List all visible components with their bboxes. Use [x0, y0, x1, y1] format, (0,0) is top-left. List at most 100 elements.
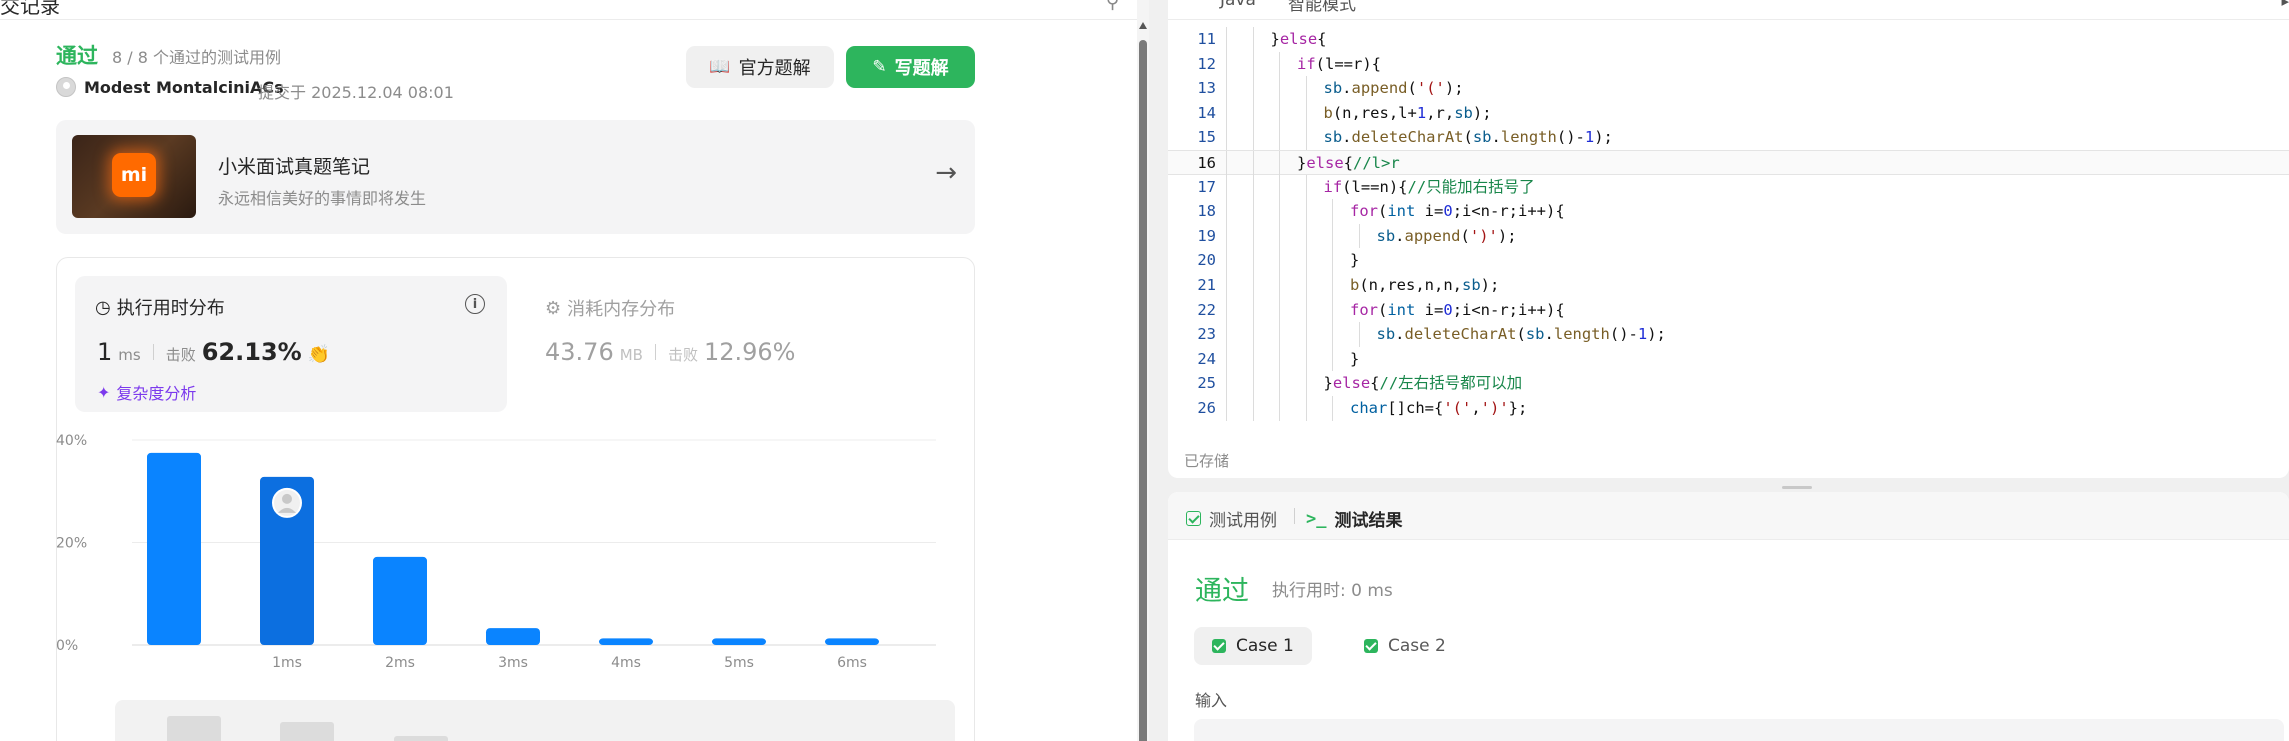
code-line[interactable]: 13 sb.append('(');	[1168, 76, 2289, 101]
indent-guide	[1252, 100, 1254, 126]
editor-toolbar: Java 智能模式 ▸	[1168, 0, 2289, 20]
case-2-tab[interactable]: Case 2	[1346, 627, 1464, 665]
arrow-right-icon: →	[935, 158, 957, 188]
chart-overview-strip[interactable]	[115, 700, 955, 741]
book-icon: 📖	[709, 57, 731, 77]
chart-bar[interactable]	[486, 628, 540, 645]
write-solution-button[interactable]: ✎ 写题解	[846, 46, 975, 88]
code-text: sb.append('(');	[1323, 79, 1464, 98]
indent-guide	[1305, 346, 1307, 372]
promo-banner[interactable]: mi 小米面试真题笔记 永远相信美好的事情即将发生 →	[56, 120, 975, 234]
official-solution-button[interactable]: 📖 官方题解	[686, 46, 834, 88]
code-text: }	[1350, 251, 1360, 270]
tab-testcases[interactable]: 测试用例	[1186, 506, 1277, 531]
indent-guide	[1226, 322, 1227, 347]
code-line[interactable]: 25}else{//左右括号都可以加	[1168, 371, 2289, 396]
code-line[interactable]: 22 for(int i=0;i<n-r;i++){	[1168, 297, 2289, 323]
sparkle-icon: ✦	[97, 382, 111, 402]
code-line[interactable]: 19 sb.append(')');	[1168, 223, 2289, 249]
code-line[interactable]: 11}else{	[1168, 27, 2289, 52]
indent-guide	[1332, 297, 1333, 323]
memory-title[interactable]: ⚙ 消耗内存分布	[545, 295, 675, 321]
editor-mode[interactable]: 智能模式	[1288, 0, 1356, 15]
x-tick-label: 2ms	[385, 655, 415, 671]
indent-guide	[1332, 248, 1333, 273]
indent-guide	[1332, 322, 1333, 347]
indent-guide	[1252, 150, 1254, 176]
indent-guide	[1305, 297, 1307, 323]
code-line[interactable]: 15 sb.deleteCharAt(sb.length()-1);	[1168, 125, 2289, 150]
indent-guide	[1226, 174, 1227, 200]
code-line[interactable]: 20}	[1168, 248, 2289, 273]
case-2-label: Case 2	[1388, 636, 1446, 656]
y-tick-label: 20%	[56, 536, 87, 552]
indent-guide	[1252, 322, 1254, 347]
left-scrollbar[interactable]	[1137, 0, 1149, 741]
complexity-label: 复杂度分析	[116, 384, 197, 403]
line-number: 17	[1197, 177, 1216, 196]
indent-guide	[1252, 346, 1254, 372]
terminal-icon: >_	[1306, 508, 1327, 529]
chart-bar[interactable]	[825, 638, 879, 645]
official-solution-label: 官方题解	[738, 58, 811, 79]
indent-guide	[1226, 371, 1227, 396]
code-text: for(int i=0;i<n-r;i++){	[1350, 300, 1565, 319]
x-tick-label: 5ms	[724, 655, 754, 671]
indent-guide	[1332, 395, 1333, 421]
line-number: 18	[1197, 202, 1216, 221]
code-line[interactable]: 14 b(n,res,l+1,r,sb);	[1168, 100, 2289, 126]
code-line[interactable]: 26 char[]ch={'(',')'};	[1168, 395, 2289, 421]
avatar[interactable]	[56, 77, 76, 97]
chart-bar[interactable]	[599, 638, 653, 645]
runtime-box[interactable]: ◷ 执行用时分布 i 1 ms 击败 62.13% 👏 ✦ 复杂度分析	[75, 276, 507, 412]
code-line[interactable]: 18 for(int i=0;i<n-r;i++){	[1168, 199, 2289, 224]
code-line[interactable]: 16}else{//l>r	[1168, 149, 2289, 176]
info-icon[interactable]: i	[465, 294, 485, 314]
runtime-beat: 62.13%	[201, 338, 302, 366]
scrollbar-thumb[interactable]	[1139, 40, 1147, 741]
code-line[interactable]: 24}	[1168, 346, 2289, 372]
chart-bar[interactable]	[373, 556, 427, 645]
code-lines[interactable]: 11}else{12 if(l==r){13 sb.append('('); 14 b(…	[1168, 27, 2289, 421]
indent-guide	[1305, 248, 1307, 273]
mini-bar	[280, 722, 334, 741]
pane-resize-handle[interactable]	[1160, 478, 2289, 492]
code-editor[interactable]: Java 智能模式 ▸ 11}else{12 if(l==r){13 sb.appe…	[1168, 0, 2289, 478]
code-text: if(l==n){//只能加右括号了	[1323, 177, 1535, 196]
code-line[interactable]: 23 sb.deleteCharAt(sb.length()-1);	[1168, 322, 2289, 347]
line-number: 21	[1197, 275, 1216, 294]
code-line[interactable]: 17 if(l==n){//只能加右括号了	[1168, 174, 2289, 200]
line-number: 23	[1197, 325, 1216, 344]
scroll-right-icon[interactable]: ▸	[2281, 0, 2289, 10]
case-1-tab[interactable]: Case 1	[1194, 627, 1312, 665]
chart-bar[interactable]	[712, 638, 766, 645]
indent-guide	[1332, 223, 1333, 249]
code-text: }else{	[1270, 30, 1327, 48]
line-number: 14	[1197, 103, 1216, 122]
indent-guide	[1252, 371, 1254, 396]
chart-bar[interactable]	[147, 452, 201, 645]
indent-guide	[1358, 223, 1360, 249]
indent-guide	[1252, 223, 1254, 249]
code-line[interactable]: 12 if(l==r){	[1168, 51, 2289, 77]
runtime-distribution-chart[interactable]: 40% 20% 0% 1ms 2ms 3ms 4ms 5ms 6ms	[56, 420, 976, 680]
divider	[1294, 508, 1295, 524]
link-icon[interactable]: ⚲	[1106, 0, 1119, 13]
scroll-up-icon[interactable]	[1139, 22, 1147, 29]
indent-guide	[1305, 174, 1307, 200]
case-1-label: Case 1	[1236, 636, 1294, 656]
code-text: sb.append(')');	[1376, 226, 1517, 245]
line-number: 20	[1197, 251, 1216, 270]
language-select[interactable]: Java	[1220, 0, 1256, 10]
memory-title-label: 消耗内存分布	[567, 299, 676, 320]
tab-results[interactable]: >_ 测试结果	[1306, 506, 1402, 532]
username[interactable]: Modest MontalciniACs	[84, 78, 284, 97]
code-text: sb.deleteCharAt(sb.length()-1);	[1323, 128, 1613, 147]
test-results-panel: 测试用例 >_ 测试结果 通过 执行用时: 0 ms Case 1 Case 2…	[1168, 492, 2289, 741]
panel-header: 交记录 ⚲	[0, 0, 1137, 20]
complexity-analysis-link[interactable]: ✦ 复杂度分析	[97, 380, 196, 404]
banner-subtitle: 永远相信美好的事情即将发生	[218, 189, 427, 208]
code-line[interactable]: 21 b(n,res,n,n,sb);	[1168, 272, 2289, 298]
indent-guide	[1252, 272, 1254, 298]
code-text: b(n,res,n,n,sb);	[1350, 275, 1500, 294]
